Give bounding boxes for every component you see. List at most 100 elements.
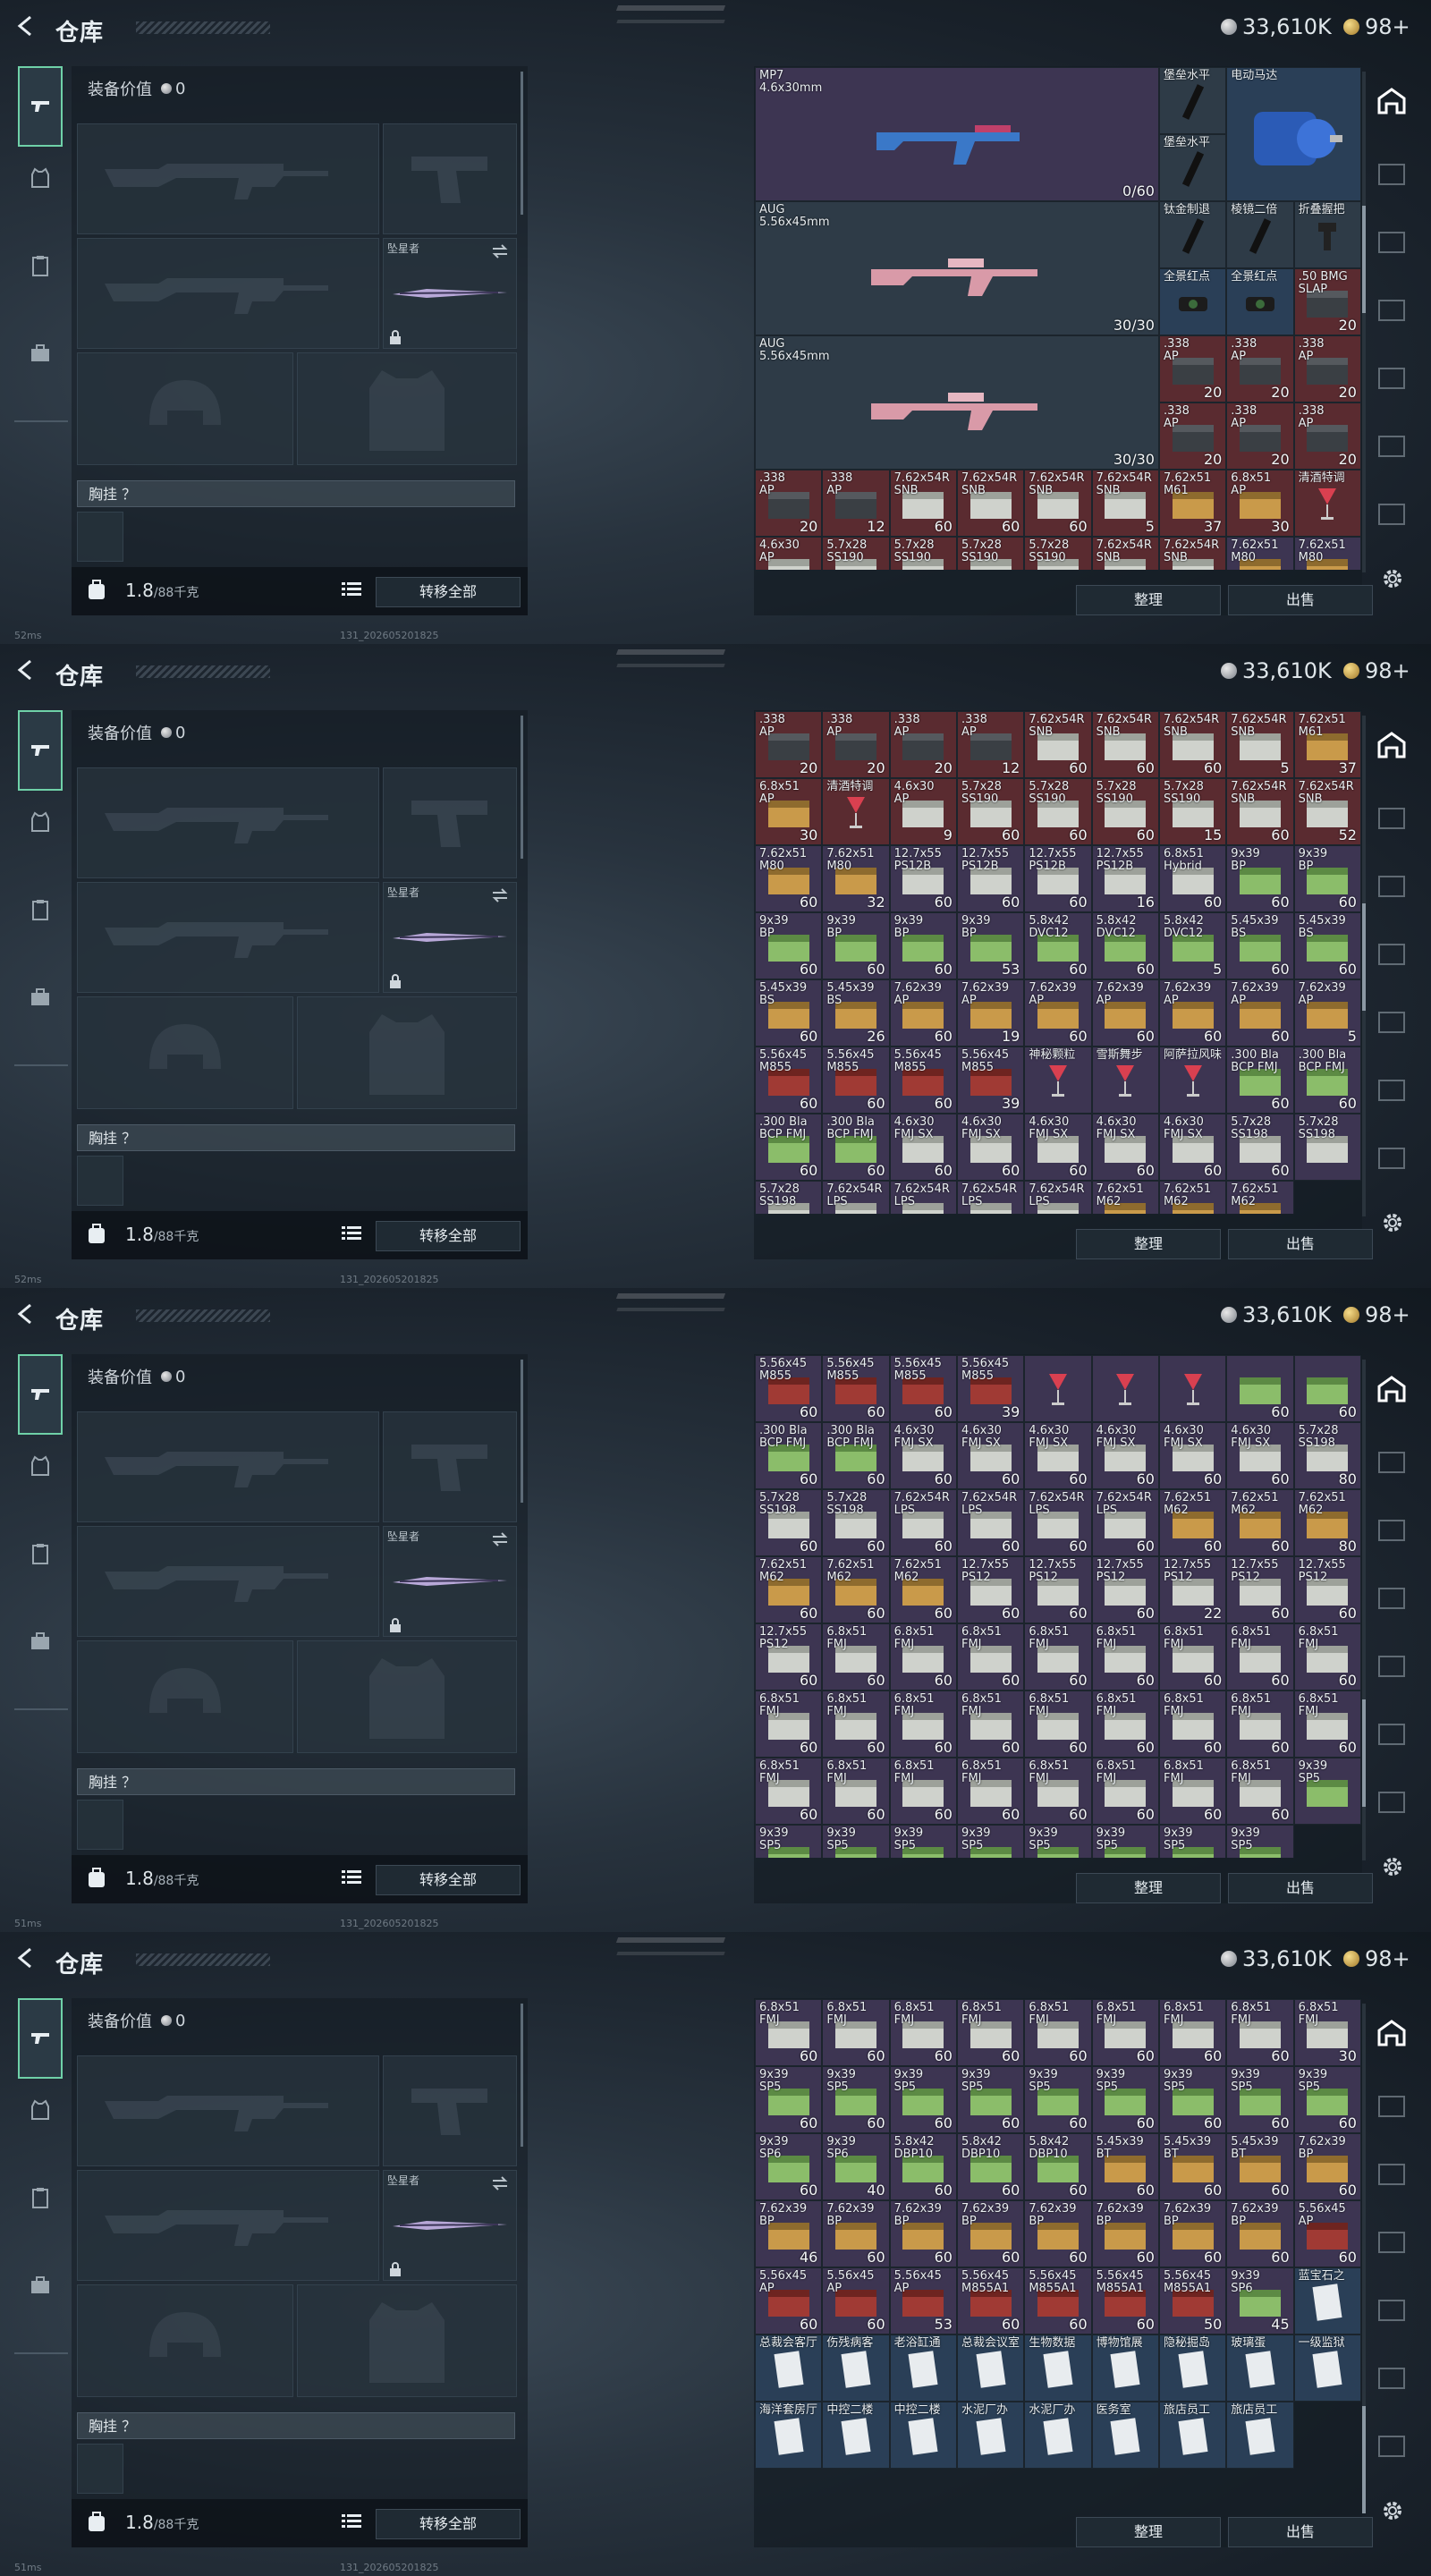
storage-item-tile[interactable]: 蓝宝石之 (1293, 2267, 1361, 2334)
storage-item-tile[interactable]: 总裁会议室 (956, 2334, 1025, 2402)
storage-item-tile[interactable]: 玻璃蛋 (1226, 2334, 1294, 2402)
storage-item-tile[interactable]: 9x39 SP5 60 (1226, 2066, 1294, 2133)
storage-item-tile[interactable]: 全景红点 (1226, 268, 1294, 335)
storage-item-tile[interactable]: 海洋套房厅 (755, 2402, 823, 2469)
storage-item-tile[interactable]: 6.8x51 FMJ 60 (1293, 1623, 1361, 1690)
storage-item-tile[interactable]: 7.62x51 M80 60 (755, 845, 823, 912)
storage-item-tile[interactable]: 7.62x51 M62 60 (1226, 1489, 1294, 1556)
storage-item-tile[interactable]: 7.62x51 M61 37 (1293, 711, 1361, 778)
storage-item-tile[interactable]: 5.7x28 SS198 (1293, 1114, 1361, 1181)
nav-consumables[interactable] (18, 887, 63, 932)
settings-gear-icon[interactable] (1381, 567, 1404, 590)
storage-item-tile[interactable]: 7.62x39 BP 60 (1158, 2200, 1227, 2267)
storage-item-tile[interactable]: 12.7x55 PS12 60 (956, 1556, 1025, 1623)
storage-item-tile[interactable]: 9x39 BP 60 (889, 912, 957, 979)
storage-item-tile[interactable]: 5.8x42 DVC12 60 (1091, 912, 1159, 979)
storage-item-tile[interactable]: 9x39 SP5 (822, 1825, 890, 1858)
storage-item-tile[interactable]: 9x39 SP5 60 (889, 2066, 957, 2133)
storage-item-tile[interactable]: 一级监狱 (1293, 2334, 1361, 2402)
storage-item-tile[interactable]: 9x39 BP 60 (1226, 845, 1294, 912)
storage-item-tile[interactable]: 12.7x55 PS12 60 (1293, 1556, 1361, 1623)
storage-item-tile[interactable]: .338 AP 12 (956, 711, 1025, 778)
nav-weapons[interactable] (18, 710, 63, 791)
storage-grid[interactable]: MP7 4.6x30mm 0/60 AUG 5.56x45mm 30/30 堡垒水平 AU… (755, 67, 1361, 570)
settings-gear-icon[interactable] (1381, 1211, 1404, 1234)
storage-item-tile[interactable]: 7.62x39 BP 60 (889, 2200, 957, 2267)
storage-item-tile[interactable]: 9x39 BP 53 (956, 912, 1025, 979)
storage-tab-4-icon[interactable] (1376, 1583, 1408, 1614)
storage-item-tile[interactable]: 4.6x30 FMJ SX 60 (889, 1422, 957, 1489)
home-storage-icon[interactable] (1376, 730, 1408, 760)
settings-gear-icon[interactable] (1381, 1855, 1404, 1878)
secondary-weapon-slot[interactable] (77, 1526, 379, 1637)
storage-item-tile[interactable]: 4.6x30 AP9 (755, 537, 823, 570)
storage-tab-4-icon[interactable] (1376, 939, 1408, 970)
list-icon[interactable] (342, 1225, 361, 1241)
storage-item-tile[interactable]: 7.62x39 BP 60 (1226, 2200, 1294, 2267)
storage-item-tile[interactable]: .338 AP 20 (822, 711, 890, 778)
storage-item-tile[interactable]: 6.8x51 FMJ 60 (1293, 1690, 1361, 1758)
storage-tab-7-icon[interactable] (1376, 499, 1408, 530)
storage-item-tile[interactable]: 5.7x28 SS198 60 (1226, 1114, 1294, 1181)
storage-item-tile[interactable]: 12.7x55 PS12B 60 (956, 845, 1025, 912)
storage-item-tile[interactable]: 6.8x51 FMJ 60 (1158, 1758, 1227, 1825)
storage-item-tile[interactable]: 7.62x54R SNB60 (1091, 537, 1159, 570)
home-storage-icon[interactable] (1376, 2018, 1408, 2048)
nav-weapons[interactable] (18, 66, 63, 147)
storage-item-tile[interactable]: 5.56x45 M855 60 (822, 1046, 890, 1114)
storage-item-tile[interactable]: 5.56x45 M855 60 (889, 1355, 957, 1422)
storage-item-tile[interactable]: 4.6x30 FMJ SX 60 (1024, 1422, 1092, 1489)
storage-item-tile[interactable]: 4.6x30 FMJ SX 60 (956, 1422, 1025, 1489)
storage-tab-6-icon[interactable] (1376, 431, 1408, 462)
nav-bags[interactable] (18, 975, 63, 1020)
storage-item-tile[interactable]: .338 AP 20 (889, 711, 957, 778)
storage-item-tile[interactable]: 5.8x42 DBP10 60 (889, 2133, 957, 2200)
primary-weapon-slot[interactable] (77, 123, 379, 234)
storage-item-tile[interactable]: 6.8x51 FMJ 60 (1024, 1999, 1092, 2066)
storage-item-tile[interactable]: .338 AP 20 (1158, 335, 1227, 402)
scroll-thumb[interactable] (1362, 1699, 1366, 1807)
storage-item-tile[interactable]: 9x39 SP5 60 (956, 2066, 1025, 2133)
storage-item-tile[interactable]: 5.45x39 BS 60 (755, 979, 823, 1046)
storage-item-tile[interactable]: 7.62x54R SNB60 (1024, 470, 1092, 537)
storage-item-tile[interactable]: 阿萨拉风味 (1158, 1046, 1227, 1114)
storage-item-tile[interactable]: 5.8x42 DBP10 60 (956, 2133, 1025, 2200)
swap-icon[interactable] (491, 888, 509, 902)
storage-item-tile[interactable]: 6.8x51 FMJ 60 (956, 1758, 1025, 1825)
storage-item-tile[interactable]: 5.8x42 DVC12 5 (1158, 912, 1227, 979)
storage-tab-6-icon[interactable] (1376, 1719, 1408, 1750)
storage-item-tile[interactable]: 6.8x51 FMJ 60 (755, 1690, 823, 1758)
storage-item-tile[interactable]: 6.8x51 FMJ 60 (889, 1758, 957, 1825)
loadout-scrollbar[interactable] (521, 716, 523, 859)
nav-bags[interactable] (18, 2263, 63, 2308)
storage-item-tile[interactable]: 9x39 SP5 60 (1293, 2066, 1361, 2133)
storage-item-tile[interactable]: 6.8x51 FMJ 60 (956, 1623, 1025, 1690)
storage-item-tile[interactable]: AUG 5.56x45mm 30/30 (755, 201, 1159, 335)
storage-item-tile[interactable]: 5.56x45 AP 53 (889, 2267, 957, 2334)
storage-item-tile[interactable]: 雪斯舞步 (1091, 1046, 1159, 1114)
storage-item-tile[interactable] (1158, 1355, 1227, 1422)
nav-armor[interactable] (18, 1444, 63, 1488)
storage-item-tile[interactable]: 9x39 SP5 60 (755, 2066, 823, 2133)
storage-item-tile[interactable]: .300 Bla BCP FMJ 60 (1293, 1046, 1361, 1114)
storage-scrollbar[interactable] (1362, 2004, 1366, 2513)
storage-item-tile[interactable]: 7.62x51 M80 32 (822, 845, 890, 912)
storage-item-tile[interactable]: 4.6x30 FMJ SX 60 (889, 1114, 957, 1181)
helmet-slot[interactable] (77, 2284, 293, 2397)
transfer-all-button[interactable]: 转移全部 (376, 1221, 521, 1251)
storage-item-tile[interactable]: 9x39 SP6 45 (1226, 2267, 1294, 2334)
storage-item-tile[interactable]: 7.62x54R LPS 60 (1091, 1489, 1159, 1556)
storage-item-tile[interactable]: 5.56x45 M855A1 60 (1024, 2267, 1092, 2334)
body-armor-slot[interactable] (297, 996, 517, 1109)
storage-item-tile[interactable]: 7.62x51 M62 (1158, 1181, 1227, 1214)
storage-item-tile[interactable]: 6.8x51 FMJ 60 (1158, 1999, 1227, 2066)
list-icon[interactable] (342, 581, 361, 597)
storage-item-tile[interactable]: 5.56x45 M855 39 (956, 1046, 1025, 1114)
nav-consumables[interactable] (18, 243, 63, 288)
scroll-thumb[interactable] (1362, 206, 1366, 313)
storage-item-tile[interactable]: 5.7x28 SS190 60 (956, 778, 1025, 845)
storage-item-tile[interactable]: 6.8x51 FMJ 60 (956, 1999, 1025, 2066)
storage-item-tile[interactable]: 7.62x51 M62 60 (1158, 1489, 1227, 1556)
storage-tab-5-icon[interactable] (1376, 1007, 1408, 1038)
pistol-slot[interactable] (383, 767, 517, 878)
